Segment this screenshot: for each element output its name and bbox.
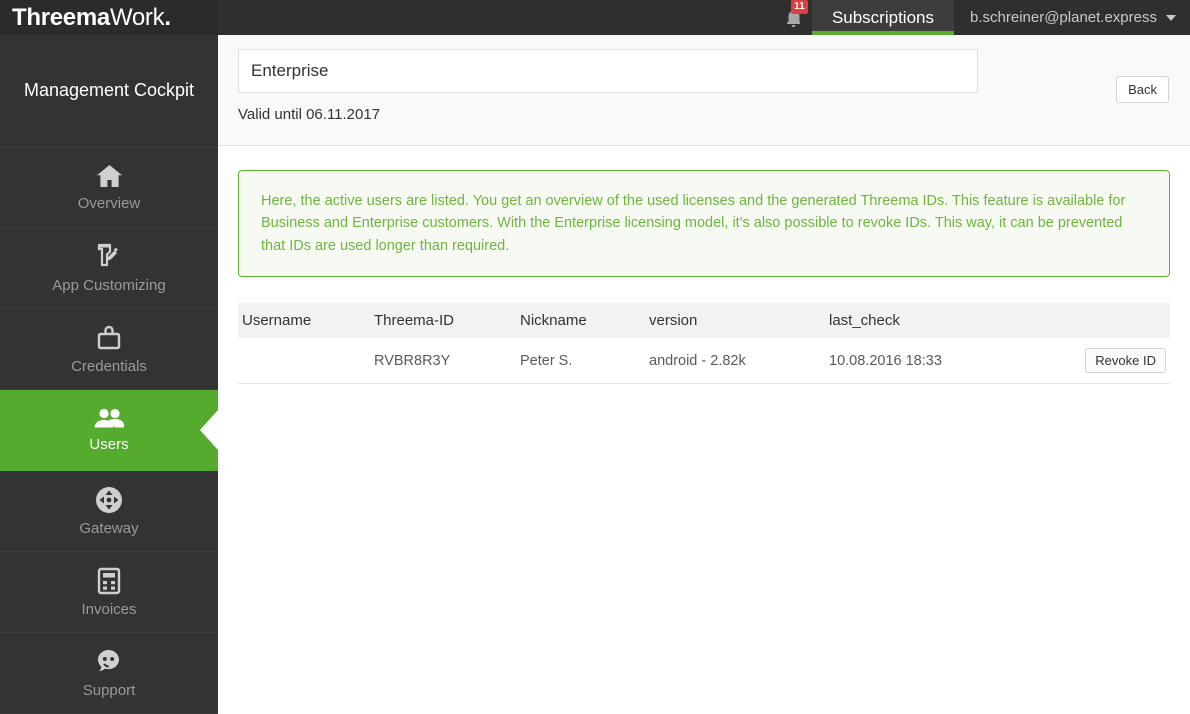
sidebar-item-label: Overview [77, 195, 141, 212]
sidebar-item-credentials[interactable]: Credentials [0, 309, 218, 390]
active-indicator-arrow [200, 410, 218, 450]
cell-nickname: Peter S. [520, 338, 649, 385]
valid-until-label: Valid until 06.11.2017 [238, 106, 381, 123]
cell-actions: Revoke ID [1079, 338, 1170, 385]
column-header-username[interactable]: Username [238, 303, 374, 339]
users-table: Username Threema-ID Nickname version las… [238, 303, 1170, 385]
sidebar-item-support[interactable]: Support [0, 633, 218, 714]
user-account-menu[interactable]: b.schreiner@planet.express [954, 0, 1190, 35]
page-title: Enterprise [251, 61, 329, 80]
sidebar-item-app-customizing[interactable]: App Customizing [0, 228, 218, 309]
sidebar-item-gateway[interactable]: Gateway [0, 471, 218, 552]
logo-dot: . [164, 3, 171, 31]
logo-primary-text: Threema [12, 3, 110, 31]
sidebar-item-label: Credentials [71, 357, 147, 375]
cell-username [238, 338, 374, 385]
sidebar-title: Management Cockpit [0, 35, 218, 147]
revoke-id-button[interactable]: Revoke ID [1085, 348, 1166, 374]
users-icon [93, 408, 125, 430]
cell-threema-id: RVBR8R3Y [374, 338, 520, 385]
sidebar-item-users[interactable]: Users [0, 390, 218, 471]
notification-badge: 11 [790, 0, 808, 14]
chevron-down-icon [1166, 14, 1176, 21]
column-header-threema-id[interactable]: Threema-ID [374, 303, 520, 339]
sidebar-item-label: Users [89, 436, 129, 453]
sidebar-item-label: Support [82, 682, 136, 699]
sidebar-item-label: App Customizing [52, 277, 166, 294]
sidebar-item-label: Invoices [81, 601, 137, 618]
top-bar: Threema Work. 11 Subscriptions b.schreine… [0, 0, 1190, 35]
sidebar: Management Cockpit Overview App Customiz… [0, 35, 218, 714]
page-header: Enterprise Valid until 06.11.2017 Back [218, 35, 1190, 146]
support-face-icon [95, 648, 123, 676]
info-alert: Here, the active users are listed. You g… [238, 170, 1170, 278]
app-logo[interactable]: Threema Work. [0, 0, 218, 35]
top-bar-spacer [218, 0, 779, 35]
column-header-nickname[interactable]: Nickname [520, 303, 649, 339]
gateway-arrows-icon [95, 486, 123, 514]
briefcase-lock-icon [95, 325, 123, 352]
user-email-label: b.schreiner@planet.express [970, 9, 1157, 26]
table-header-row: Username Threema-ID Nickname version las… [238, 303, 1170, 339]
logo-secondary-text: Work [109, 3, 165, 31]
top-bar-right: 11 Subscriptions b.schreiner@planet.expr… [779, 0, 1190, 35]
sidebar-item-invoices[interactable]: Invoices [0, 552, 218, 633]
back-button[interactable]: Back [1116, 76, 1169, 103]
main-content: Enterprise Valid until 06.11.2017 Back H… [218, 35, 1190, 714]
column-header-last-check[interactable]: last_check [829, 303, 1079, 339]
cell-last-check: 10.08.2016 18:33 [829, 338, 1079, 385]
users-table-head: Username Threema-ID Nickname version las… [238, 303, 1170, 339]
phone-pencil-icon [95, 243, 123, 271]
main-body: Here, the active users are listed. You g… [218, 146, 1190, 385]
tab-subscriptions[interactable]: Subscriptions [811, 0, 954, 35]
sidebar-item-overview[interactable]: Overview [0, 147, 218, 228]
column-header-actions [1079, 303, 1170, 339]
sidebar-item-label: Gateway [79, 520, 139, 537]
users-table-wrapper: Username Threema-ID Nickname version las… [238, 303, 1170, 385]
table-row: RVBR8R3Y Peter S. android - 2.82k 10.08.… [238, 338, 1170, 385]
info-alert-text: Here, the active users are listed. You g… [261, 193, 1126, 254]
tab-subscriptions-label: Subscriptions [831, 7, 934, 27]
column-header-version[interactable]: version [649, 303, 829, 339]
calculator-icon [96, 567, 122, 595]
plan-name-box: Enterprise [238, 49, 978, 93]
notifications-button[interactable]: 11 [779, 0, 812, 35]
home-icon [95, 163, 124, 189]
cell-version: android - 2.82k [649, 338, 829, 385]
users-table-body: RVBR8R3Y Peter S. android - 2.82k 10.08.… [238, 338, 1170, 385]
